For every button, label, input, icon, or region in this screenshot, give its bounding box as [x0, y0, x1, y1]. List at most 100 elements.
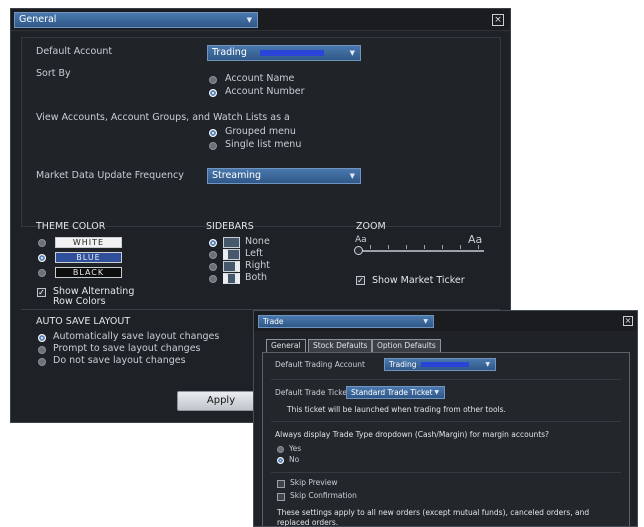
tab-option-defaults[interactable]: Option Defaults: [372, 339, 441, 353]
sort-account-name-radio[interactable]: [209, 76, 217, 84]
theme-color-header: THEME COLOR: [36, 221, 106, 232]
apply-button[interactable]: Apply: [177, 391, 265, 411]
close-icon[interactable]: ×: [492, 14, 504, 26]
chevron-down-icon: ▼: [423, 318, 428, 325]
settings-footnote: These settings apply to all new orders (…: [277, 508, 590, 517]
market-data-frequency-value: Streaming: [212, 170, 262, 181]
auto-save-automatic-radio[interactable]: [38, 334, 46, 342]
theme-black-radio[interactable]: [38, 269, 46, 277]
trade-section-value: Trade: [263, 317, 284, 326]
auto-save-automatic-label: Automatically save layout changes: [53, 331, 220, 342]
sort-account-number-label: Account Number: [225, 86, 305, 97]
settings-footnote-2: replaced orders.: [277, 518, 339, 527]
zoom-slider-thumb[interactable]: [354, 246, 363, 255]
chevron-down-icon: ▼: [485, 361, 490, 368]
sidebar-both-icon: [223, 273, 240, 284]
settings-section-value: General: [19, 14, 57, 25]
trade-type-question: Always display Trade Type dropdown (Cash…: [275, 430, 550, 439]
chevron-down-icon: ▼: [434, 389, 439, 396]
sidebar-none-icon: [223, 237, 240, 248]
sidebar-both-radio[interactable]: [209, 275, 217, 283]
default-trade-ticket-select[interactable]: Standard Trade Ticket ▼: [346, 386, 445, 399]
chevron-down-icon: ▼: [349, 172, 355, 180]
trade-type-no-radio[interactable]: [277, 457, 284, 464]
close-icon[interactable]: ×: [623, 316, 633, 326]
trade-dialog-title-bar: Trade ▼ ×: [254, 311, 637, 331]
trade-section-select[interactable]: Trade ▼: [258, 315, 434, 328]
skip-preview-label: Skip Preview: [290, 478, 338, 487]
settings-section-select[interactable]: General ▼: [14, 12, 258, 28]
single-list-menu-radio[interactable]: [209, 142, 217, 150]
market-data-frequency-select[interactable]: Streaming ▼: [207, 168, 361, 184]
theme-blue-radio[interactable]: [38, 254, 46, 262]
grouped-menu-radio[interactable]: [209, 129, 217, 137]
sort-account-name-label: Account Name: [225, 73, 295, 84]
auto-save-none-radio[interactable]: [38, 358, 46, 366]
skip-preview-checkbox[interactable]: [277, 480, 285, 488]
panel-divider: [271, 421, 621, 422]
zoom-header: ZOOM: [356, 221, 386, 232]
alternating-rows-label-2: Row Colors: [53, 296, 106, 307]
default-trading-account-value: Trading: [389, 360, 417, 369]
zoom-tick: [460, 245, 461, 249]
default-trading-account-label: Default Trading Account: [275, 360, 365, 369]
dialog-title-bar: General ▼ ×: [11, 9, 510, 31]
panel-divider: [271, 379, 621, 380]
zoom-tick: [442, 245, 443, 249]
sidebar-right-icon: [223, 261, 240, 272]
zoom-tick: [424, 245, 425, 249]
default-account-value: Trading: [212, 47, 247, 58]
theme-black-swatch[interactable]: BLACK: [55, 267, 122, 278]
sidebar-left-radio[interactable]: [209, 251, 217, 259]
theme-white-swatch[interactable]: WHITE: [55, 237, 122, 248]
sidebar-none-radio[interactable]: [209, 239, 217, 247]
default-trade-ticket-value: Standard Trade Ticket: [351, 388, 433, 397]
tab-general[interactable]: General: [266, 339, 306, 353]
show-market-ticker-checkbox[interactable]: ✓: [356, 276, 365, 285]
trade-type-yes-label: Yes: [289, 444, 302, 453]
sidebar-right-radio[interactable]: [209, 263, 217, 271]
redacted-account-number: [260, 50, 324, 56]
sort-by-label: Sort By: [36, 68, 71, 79]
view-as-label: View Accounts, Account Groups, and Watch…: [36, 112, 290, 123]
zoom-large-label: Aa: [468, 233, 483, 246]
default-trade-ticket-label: Default Trade Ticket: [275, 388, 350, 397]
auto-save-header: AUTO SAVE LAYOUT: [36, 316, 131, 327]
auto-save-prompt-radio[interactable]: [38, 346, 46, 354]
default-account-select[interactable]: Trading ▼: [207, 45, 361, 61]
skip-confirmation-label: Skip Confirmation: [290, 491, 357, 500]
sidebar-left-label: Left: [245, 248, 263, 259]
default-account-label: Default Account: [36, 46, 113, 57]
zoom-tick: [388, 245, 389, 249]
trade-type-no-label: No: [289, 455, 300, 464]
redacted-account-number: [421, 362, 469, 367]
default-trading-account-select[interactable]: Trading ▼: [384, 358, 496, 371]
sidebar-right-label: Right: [245, 260, 271, 271]
auto-save-prompt-label: Prompt to save layout changes: [53, 343, 201, 354]
zoom-slider-track[interactable]: [356, 250, 484, 252]
trade-settings-dialog: Trade ▼ × General Stock Defaults Option …: [253, 310, 638, 527]
tab-stock-defaults[interactable]: Stock Defaults: [308, 339, 373, 353]
skip-confirmation-checkbox[interactable]: [277, 493, 285, 501]
zoom-tick: [478, 245, 479, 249]
zoom-tick: [370, 245, 371, 249]
chevron-down-icon: ▼: [246, 16, 252, 24]
trade-type-yes-radio[interactable]: [277, 446, 284, 453]
sidebars-header: SIDEBARS: [206, 221, 254, 232]
theme-white-radio[interactable]: [38, 239, 46, 247]
chevron-down-icon: ▼: [349, 49, 355, 57]
trade-general-panel: Default Trading Account Trading ▼ Defaul…: [262, 352, 630, 527]
sort-account-number-radio[interactable]: [209, 89, 217, 97]
single-list-menu-label: Single list menu: [225, 139, 302, 150]
sidebar-none-label: None: [245, 236, 270, 247]
sidebar-both-label: Both: [245, 272, 268, 283]
panel-divider: [271, 472, 621, 473]
general-options-panel: Default Account Trading ▼ Sort By Accoun…: [21, 37, 501, 227]
zoom-tick: [406, 245, 407, 249]
alternating-rows-checkbox[interactable]: ✓: [37, 288, 46, 297]
auto-save-none-label: Do not save layout changes: [53, 355, 186, 366]
show-market-ticker-label: Show Market Ticker: [372, 275, 465, 286]
ticket-note: This ticket will be launched when tradin…: [287, 405, 506, 414]
theme-blue-swatch[interactable]: BLUE: [55, 252, 122, 263]
market-data-frequency-label: Market Data Update Frequency: [36, 170, 184, 181]
